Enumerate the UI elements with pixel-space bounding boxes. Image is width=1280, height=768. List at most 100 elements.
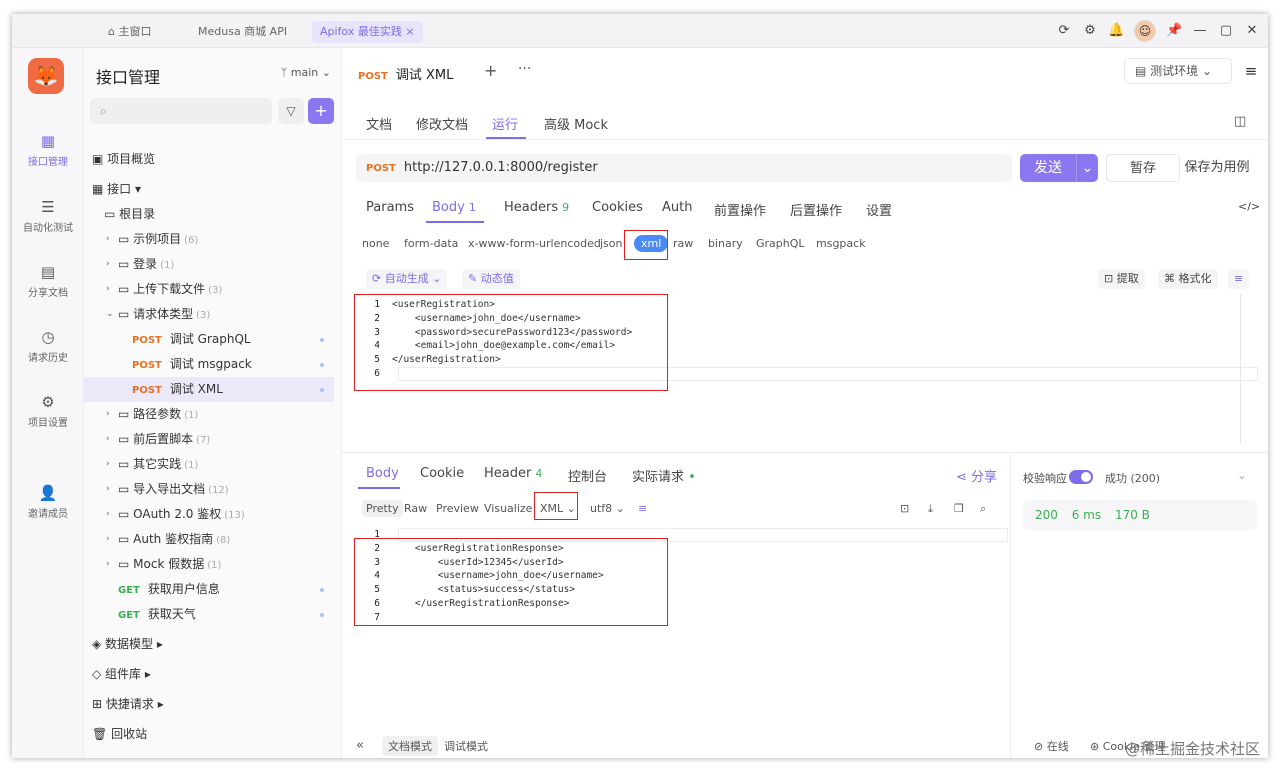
tab-response-header[interactable]: Header 4	[484, 466, 542, 481]
code-icon[interactable]: </>	[1238, 200, 1260, 213]
maximize-icon[interactable]: ▢	[1218, 21, 1234, 41]
add-button[interactable]: +	[308, 98, 334, 124]
tree-item-folder[interactable]: ⌄ ▭ 请求体类型 (3)	[84, 302, 334, 327]
tree-item-folder[interactable]: › ▭ 登录 (1)	[84, 252, 334, 277]
body-type-json[interactable]: json	[600, 237, 623, 250]
save-as-case-button[interactable]: 保存为用例	[1168, 154, 1266, 182]
tab-settings[interactable]: 设置	[866, 200, 892, 219]
tab-headers[interactable]: Headers 9	[504, 200, 569, 215]
tree-item-api[interactable]: ▦ 接口 ▾	[84, 177, 334, 202]
tab-advanced-mock[interactable]: 高级 Mock	[544, 114, 608, 133]
view-preview[interactable]: Preview	[436, 502, 479, 515]
tree-item-data-model[interactable]: ◈ 数据模型 ▸	[84, 632, 334, 657]
extract-button[interactable]: ⊡ 提取	[1098, 269, 1145, 289]
menu-icon[interactable]: ≡	[1238, 58, 1264, 84]
rail-invite[interactable]: 👤 邀请成员	[12, 484, 84, 520]
tab-body[interactable]: Body 1	[432, 200, 476, 215]
close-icon[interactable]: ×	[402, 25, 414, 38]
dynamic-value-button[interactable]: ✎ 动态值	[462, 269, 520, 289]
tree-item-folder[interactable]: › ▭ Mock 假数据 (1)	[84, 552, 334, 577]
debug-mode-button[interactable]: 调试模式	[444, 738, 488, 754]
window-close-icon[interactable]: ✕	[1244, 21, 1260, 41]
tree-item-folder[interactable]: › ▭ 导入导出文档 (12)	[84, 477, 334, 502]
chevron-down-icon[interactable]: ⌄	[1237, 468, 1247, 482]
tree-item-folder[interactable]: › ▭ 上传下载文件 (3)	[84, 277, 334, 302]
branch-selector[interactable]: ᛘ main ⌄	[281, 66, 331, 79]
tab-params[interactable]: Params	[366, 200, 414, 215]
body-type-form-data[interactable]: form-data	[404, 237, 458, 250]
copy-icon[interactable]: ❐	[954, 502, 964, 515]
tab-post-ops[interactable]: 后置操作	[790, 200, 842, 219]
tree-item-trash[interactable]: 🗑 回收站	[84, 722, 334, 747]
tree-item-components[interactable]: ◇ 组件库 ▸	[84, 662, 334, 687]
tab-edit-doc[interactable]: 修改文档	[416, 114, 468, 133]
filter-button[interactable]: ▽	[278, 98, 304, 124]
refresh-icon[interactable]: ⟳	[1056, 21, 1072, 41]
send-button[interactable]: 发送 ⌄	[1020, 154, 1098, 182]
tab-auth[interactable]: Auth	[662, 200, 692, 215]
request-tab[interactable]: POST 调试 XML	[358, 64, 453, 83]
tab-run[interactable]: 运行	[492, 114, 518, 133]
tree-item-folder[interactable]: › ▭ Auth 鉴权指南 (8)	[84, 527, 334, 552]
tab-response-body[interactable]: Body	[366, 466, 399, 481]
env-selector[interactable]: ▤ 测试环境 ⌄	[1124, 58, 1232, 84]
auto-generate-button[interactable]: ⟳ 自动生成 ⌄	[366, 269, 448, 289]
search-icon[interactable]: ⌕	[980, 502, 986, 516]
online-status[interactable]: ⊘ 在线	[1034, 738, 1069, 754]
tree-item-root[interactable]: ▭ 根目录	[84, 202, 334, 227]
format-button[interactable]: ⌘ 格式化	[1158, 269, 1218, 289]
tree-item-endpoint[interactable]: GET 获取天气	[84, 602, 334, 627]
tab-apifox-best[interactable]: Apifox 最佳实践 ×	[312, 21, 423, 43]
rail-share-doc[interactable]: ▤ 分享文档	[12, 263, 84, 299]
tree-item-endpoint[interactable]: POST 调试 msgpack	[84, 352, 334, 377]
rail-settings[interactable]: ⚙ 项目设置	[12, 393, 84, 429]
encoding-select[interactable]: utf8 ⌄	[590, 502, 625, 515]
avatar[interactable]: ☺	[1134, 20, 1156, 42]
validate-toggle[interactable]	[1069, 470, 1093, 484]
rail-auto-test[interactable]: ☰ 自动化测试	[12, 198, 84, 234]
bell-icon[interactable]: 🔔	[1108, 21, 1124, 41]
tree-item-endpoint[interactable]: POST 调试 GraphQL	[84, 327, 334, 352]
body-type-graphql[interactable]: GraphQL	[756, 237, 805, 250]
gear-icon[interactable]: ⚙	[1082, 21, 1098, 41]
tab-console[interactable]: 控制台	[568, 466, 607, 485]
tab-doc[interactable]: 文档	[366, 114, 392, 133]
tree-item-folder[interactable]: › ▭ 示例项目 (6)	[84, 227, 334, 252]
tree-item-endpoint-selected[interactable]: POST 调试 XML	[84, 377, 334, 402]
body-type-msgpack[interactable]: msgpack	[816, 237, 866, 250]
chevron-down-icon[interactable]: ⌄	[1076, 154, 1098, 182]
tab-main-window[interactable]: ⌂ 主窗口	[100, 21, 159, 43]
tab-pre-ops[interactable]: 前置操作	[714, 200, 766, 219]
minimize-icon[interactable]: —	[1192, 21, 1208, 41]
view-pretty[interactable]: Pretty	[362, 500, 403, 517]
body-type-binary[interactable]: binary	[708, 237, 743, 250]
editor-scrollbar[interactable]	[1240, 294, 1241, 444]
tree-item-folder[interactable]: › ▭ 其它实践 (1)	[84, 452, 334, 477]
tree-item-overview[interactable]: ▣ 项目概览	[84, 147, 334, 172]
tree-item-endpoint[interactable]: GET 获取用户信息	[84, 577, 334, 602]
copy-format-icon[interactable]: ⊡	[900, 502, 909, 515]
doc-mode-button[interactable]: 文档模式	[382, 736, 438, 756]
tab-response-cookie[interactable]: Cookie	[420, 466, 464, 481]
search-input[interactable]: ⌕	[90, 98, 272, 124]
pin-icon[interactable]: 📌	[1166, 21, 1182, 41]
download-icon[interactable]: ⤓	[928, 502, 933, 516]
panel-toggle-icon[interactable]: ◫	[1234, 114, 1246, 129]
wrap-icon[interactable]: ≡	[638, 502, 647, 515]
url-input[interactable]: POST http://127.0.0.1:8000/register	[356, 154, 1012, 182]
tree-item-folder[interactable]: › ▭ 路径参数 (1)	[84, 402, 334, 427]
rail-history[interactable]: ◷ 请求历史	[12, 328, 84, 364]
body-type-urlencoded[interactable]: x-www-form-urlencoded	[468, 237, 601, 250]
more-icon[interactable]: ···	[518, 61, 531, 77]
tree-item-quick-request[interactable]: ⊞ 快捷请求 ▸	[84, 692, 334, 717]
tree-item-folder[interactable]: › ▭ 前后置脚本 (7)	[84, 427, 334, 452]
tree-item-folder[interactable]: › ▭ OAuth 2.0 鉴权 (13)	[84, 502, 334, 527]
wrap-icon[interactable]: ≡	[1228, 269, 1250, 289]
plus-icon[interactable]: +	[484, 61, 497, 80]
body-type-raw[interactable]: raw	[673, 237, 693, 250]
body-type-none[interactable]: none	[362, 237, 389, 250]
tab-actual-request[interactable]: 实际请求 •	[632, 466, 696, 485]
view-raw[interactable]: Raw	[404, 502, 427, 515]
share-button[interactable]: ⋖ 分享	[956, 466, 997, 485]
collapse-icon[interactable]: «	[356, 738, 364, 753]
